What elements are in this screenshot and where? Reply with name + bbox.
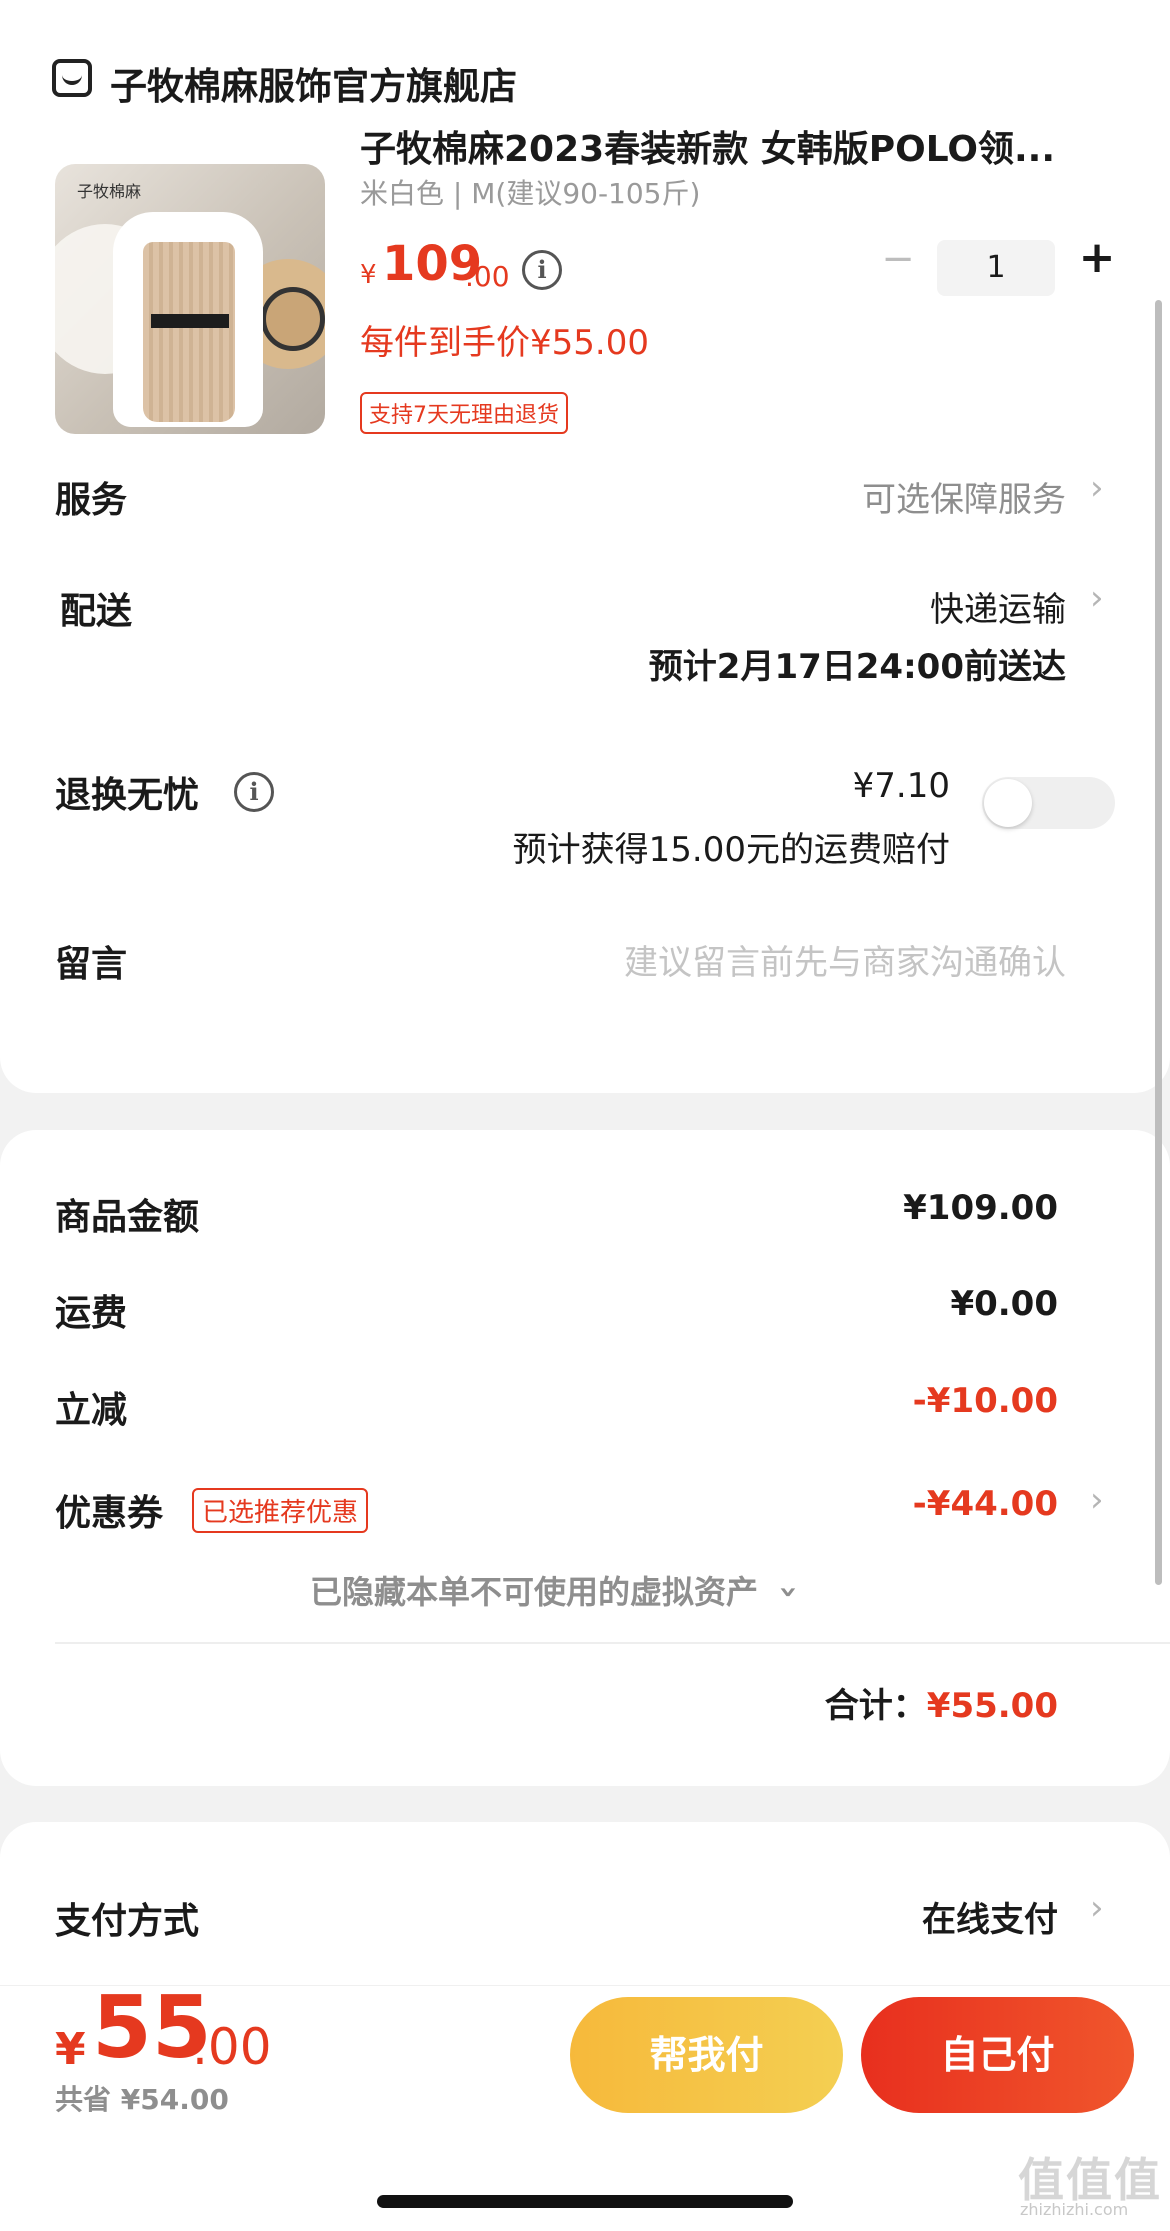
product-image[interactable]: 子牧棉麻: [55, 164, 325, 434]
price-decimal: .00: [465, 260, 510, 293]
service-chevron-icon[interactable]: ›: [1090, 468, 1104, 508]
coupon-value[interactable]: -¥44.00: [913, 1484, 1058, 1524]
help-me-pay-button[interactable]: 帮我付: [570, 1997, 843, 2113]
shipping-fee-label: 运费: [55, 1293, 128, 1334]
coupon-selected-tag: 已选推荐优惠: [192, 1488, 369, 1533]
quantity-input[interactable]: 1: [937, 240, 1055, 296]
hidden-assets-text: 已隐藏本单不可使用的虚拟资产: [310, 1573, 759, 1611]
total-value: ¥55.00: [926, 1686, 1058, 1726]
hidden-assets-toggle[interactable]: 已隐藏本单不可使用的虚拟资产 ›: [310, 1567, 809, 1613]
instant-discount-value: -¥10.00: [912, 1381, 1058, 1421]
store-name[interactable]: 子牧棉麻服饰官方旗舰店: [110, 56, 517, 110]
home-indicator[interactable]: [377, 2195, 793, 2208]
pay-myself-button[interactable]: 自己付: [861, 1997, 1134, 2113]
order-total: 合计：¥55.00: [825, 1678, 1058, 1727]
image-belt: [151, 314, 229, 328]
return-insurance-label: 退换无忧: [55, 775, 200, 816]
goods-amount-value: ¥109.00: [903, 1188, 1058, 1228]
return-insurance-toggle[interactable]: [982, 777, 1115, 829]
toggle-knob: [984, 779, 1032, 827]
unit-final-price: 每件到手价¥55.00: [360, 323, 649, 363]
quantity-decrease-button[interactable]: −: [880, 236, 916, 282]
quantity-increase-button[interactable]: +: [1077, 232, 1117, 283]
return-insurance-desc: 预计获得15.00元的运费赔付: [512, 830, 950, 870]
instant-discount-label: 立减: [55, 1390, 128, 1431]
store-icon: [52, 59, 92, 97]
coupon-chevron-icon[interactable]: ›: [1090, 1480, 1104, 1520]
goods-amount-label: 商品金额: [55, 1197, 200, 1238]
image-vest: [143, 242, 235, 422]
shipping-fee-value: ¥0.00: [950, 1284, 1058, 1324]
delivery-label: 配送: [60, 591, 133, 632]
payment-chevron-icon[interactable]: ›: [1090, 1888, 1104, 1928]
price-summary-card: 商品金额 ¥109.00 运费 ¥0.00 立减 -¥10.00 优惠券 已选推…: [0, 1130, 1170, 1786]
delivery-value[interactable]: 快递运输: [930, 582, 1066, 631]
delivery-eta: 预计2月17日24:00前送达: [648, 647, 1066, 687]
payment-method-value[interactable]: 在线支付: [922, 1892, 1058, 1941]
price-info-icon[interactable]: i: [522, 250, 562, 290]
scrollbar[interactable]: [1155, 300, 1162, 1585]
payment-method-label: 支付方式: [55, 1901, 200, 1942]
message-input[interactable]: 建议留言前先与商家沟通确认: [624, 935, 1066, 984]
return-insurance-price: ¥7.10: [852, 766, 950, 806]
coupon-label: 优惠券: [55, 1493, 164, 1534]
price-symbol: ¥: [360, 260, 377, 290]
return-policy-badge: 支持7天无理由退货: [360, 392, 568, 434]
bottom-price-decimal: .00: [192, 2018, 272, 2076]
chevron-down-icon: ›: [770, 1585, 809, 1599]
product-title[interactable]: 子牧棉麻2023春装新款 女韩版POLO领...: [360, 120, 1116, 172]
service-value[interactable]: 可选保障服务: [862, 472, 1066, 521]
order-item-card: 子牧棉麻服饰官方旗舰店 子牧棉麻 子牧棉麻2023春装新款 女韩版POLO领..…: [0, 0, 1170, 1093]
watermark-url: zhizhizhi.com: [1020, 2200, 1129, 2219]
bottom-price-symbol: ¥: [55, 2024, 86, 2075]
image-brand-logo: 子牧棉麻: [77, 182, 142, 201]
return-info-icon[interactable]: i: [234, 772, 274, 812]
service-label: 服务: [55, 480, 128, 521]
total-saved: 共省 ¥54.00: [55, 2083, 229, 2116]
total-label: 合计：: [824, 1686, 927, 1726]
delivery-chevron-icon[interactable]: ›: [1090, 578, 1104, 618]
product-spec[interactable]: 米白色 | M(建议90-105斤): [360, 172, 700, 212]
summary-divider: [55, 1642, 1170, 1644]
message-label: 留言: [55, 944, 128, 985]
